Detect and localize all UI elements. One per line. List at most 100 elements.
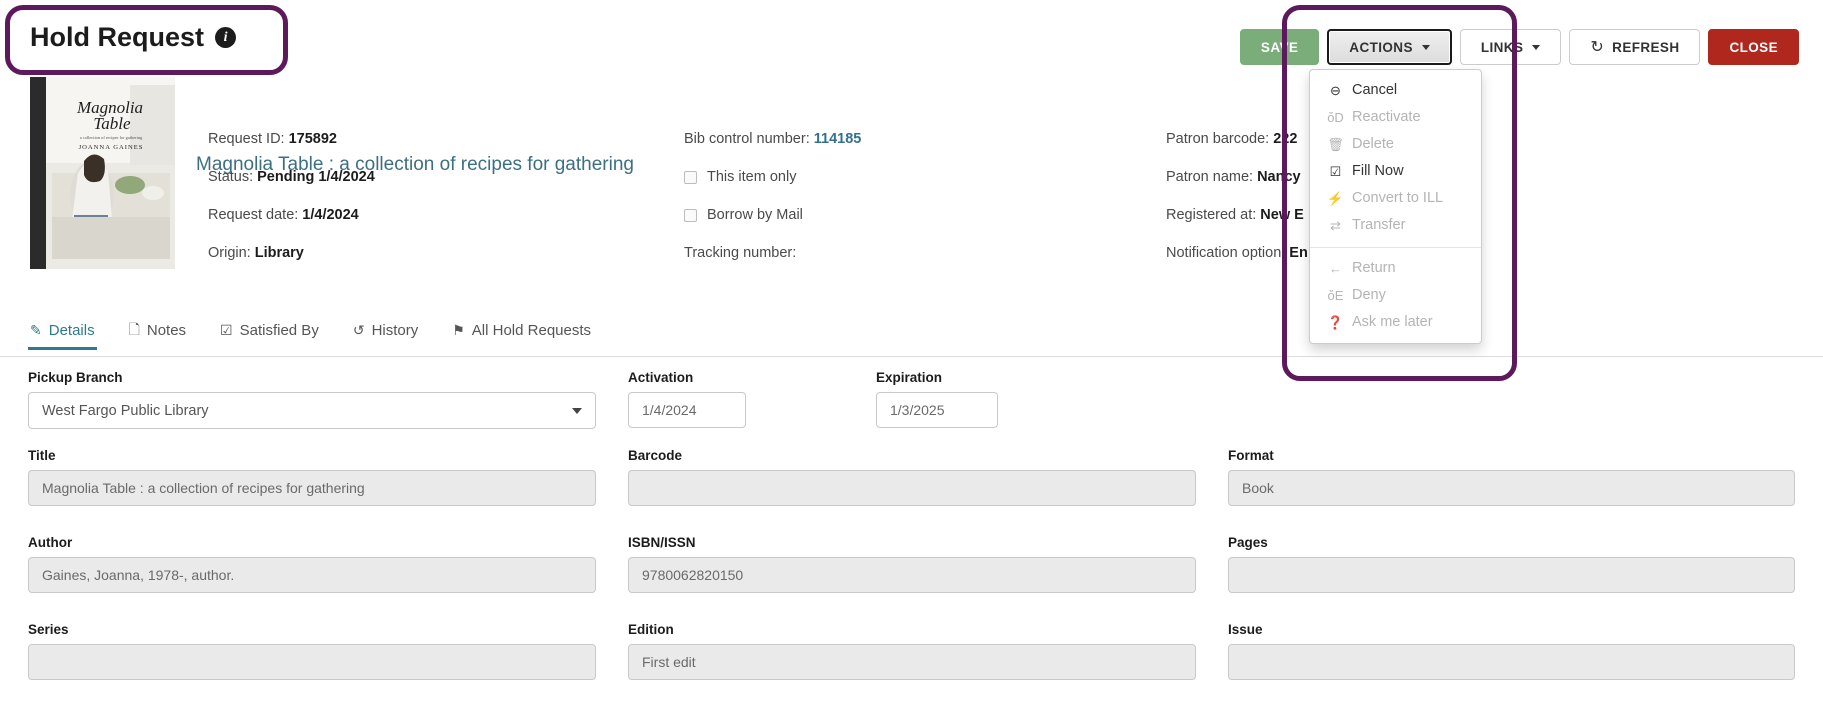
book-cover-image: Magnolia Table a collection of recipes f… — [30, 77, 175, 269]
expiration-value: 1/3/2025 — [890, 402, 945, 418]
bib-control-number-value[interactable]: 114185 — [814, 131, 862, 147]
summary-value: En — [1289, 245, 1308, 261]
thumbs-down-icon: ὄE — [1327, 288, 1344, 303]
tab-label: Satisfied By — [239, 322, 319, 339]
borrow-by-mail-checkbox[interactable] — [684, 208, 697, 222]
transfer-arrows-icon: ⇄ — [1330, 218, 1341, 233]
menu-item-fill-now[interactable]: ☑ Fill Now — [1310, 158, 1481, 185]
tab-all-hold-requests[interactable]: ⚑ All Hold Requests — [450, 306, 593, 356]
menu-item-label: Deny — [1352, 287, 1386, 303]
field-expiration: Expiration 1/3/2025 — [876, 370, 998, 428]
edition-label: Edition — [628, 622, 674, 637]
summary-label: Notification option: — [1166, 245, 1286, 261]
menu-item-ask-me-later: ❓ Ask me later — [1310, 309, 1481, 336]
svg-text:Table: Table — [93, 114, 131, 133]
tab-label: All Hold Requests — [471, 322, 592, 339]
menu-item-label: Reactivate — [1352, 109, 1421, 125]
borrow-by-mail-label: Borrow by Mail — [707, 207, 803, 223]
format-input[interactable]: Book — [1228, 470, 1795, 506]
bib-control-number-label: Bib control number: — [684, 131, 810, 147]
summary-value: 1/4/2024 — [302, 207, 359, 223]
actions-dropdown-menu[interactable]: ⊖ Cancel ὄD Reactivate 🗑 Delete ☑ Fill Now ⚡ Conv… — [1309, 69, 1482, 344]
details-form: Pickup Branch West Fargo Public Library … — [0, 370, 1823, 709]
tab-notes[interactable]: 🗋 Notes — [127, 306, 188, 356]
isbn-value: 9780062820150 — [642, 567, 744, 583]
tab-satisfied-by[interactable]: ☑ Satisfied By — [218, 306, 321, 356]
arrow-left-icon: ← — [1329, 261, 1342, 276]
this-item-only-row[interactable]: This item only — [684, 158, 1064, 196]
author-label: Author — [28, 535, 73, 550]
title-input[interactable]: Magnolia Table : a collection of recipes… — [28, 470, 596, 506]
links-button[interactable]: LINKS — [1459, 29, 1562, 65]
pages-label: Pages — [1228, 535, 1268, 550]
refresh-button[interactable]: ↻ REFRESH — [1569, 29, 1701, 65]
summary-row: Request date: 1/4/2024 — [208, 196, 588, 234]
edition-value: First edit — [642, 654, 696, 670]
tracking-number-label: Tracking number: — [684, 245, 797, 261]
chevron-down-icon — [1421, 44, 1430, 50]
toolbar: SAVE ACTIONS LINKS ↻ REFRESH CLOSE — [1239, 29, 1799, 65]
top-bar: Hold Request i SAVE ACTIONS LINKS ↻ REFR… — [0, 0, 1823, 78]
summary-label: Request ID: — [208, 131, 285, 147]
summary-value: Library — [254, 245, 304, 261]
save-button[interactable]: SAVE — [1239, 29, 1320, 65]
checkbox-check-icon: ☑ — [1329, 164, 1342, 179]
actions-button[interactable]: ACTIONS — [1327, 29, 1452, 65]
menu-item-return: ← Return — [1310, 255, 1481, 282]
svg-text:JOANNA GAINES: JOANNA GAINES — [79, 144, 144, 151]
author-input[interactable]: Gaines, Joanna, 1978-, author. — [28, 557, 596, 593]
activation-input[interactable]: 1/4/2024 — [628, 392, 746, 428]
edit-square-icon: ✎ — [30, 322, 42, 338]
field-title: Title Magnolia Table : a collection of r… — [28, 448, 596, 506]
close-button-label: CLOSE — [1729, 39, 1778, 55]
summary-value: Pending 1/4/2024 — [257, 169, 375, 185]
title-label: Title — [28, 448, 56, 463]
series-input[interactable] — [28, 644, 596, 680]
issue-input[interactable] — [1228, 644, 1795, 680]
barcode-label: Barcode — [628, 448, 683, 463]
issue-label: Issue — [1228, 622, 1263, 637]
menu-item-label: Delete — [1352, 136, 1394, 152]
summary-row: Status: Pending 1/4/2024 — [208, 158, 588, 196]
isbn-input[interactable]: 9780062820150 — [628, 557, 1196, 593]
activation-value: 1/4/2024 — [642, 402, 697, 418]
isbn-label: ISBN/ISSN — [628, 535, 696, 550]
save-button-label: SAVE — [1260, 39, 1299, 55]
history-clock-icon: ↺ — [352, 322, 365, 338]
tracking-number-row: Tracking number: — [684, 234, 1064, 272]
edition-input[interactable]: First edit — [628, 644, 1196, 680]
field-edition: Edition First edit — [628, 622, 1196, 680]
tab-history[interactable]: ↺ History — [351, 306, 420, 356]
summary-column-1: Request ID: 175892 Status: Pending 1/4/2024… — [208, 120, 588, 272]
pages-input[interactable] — [1228, 557, 1795, 593]
field-series: Series — [28, 622, 596, 680]
menu-separator — [1310, 247, 1481, 248]
summary-value: 175892 — [288, 131, 337, 147]
close-button[interactable]: CLOSE — [1708, 29, 1799, 65]
field-pickup-branch: Pickup Branch West Fargo Public Library — [28, 370, 596, 429]
borrow-by-mail-row[interactable]: Borrow by Mail — [684, 196, 1064, 234]
chevron-down-icon — [572, 407, 582, 414]
summary-label: Registered at: — [1166, 207, 1257, 223]
activation-label: Activation — [628, 370, 694, 385]
cover-art: Magnolia Table a collection of recipes f… — [30, 77, 175, 269]
this-item-only-label: This item only — [707, 169, 797, 185]
chevron-down-icon — [1532, 44, 1541, 50]
pickup-branch-value: West Fargo Public Library — [42, 402, 209, 419]
actions-button-label: ACTIONS — [1349, 39, 1413, 55]
menu-item-cancel[interactable]: ⊖ Cancel — [1310, 77, 1481, 104]
svg-text:a collection of recipes for ga: a collection of recipes for gathering — [80, 135, 143, 140]
file-icon: 🗋 — [128, 320, 140, 337]
tab-details[interactable]: ✎ Details — [28, 306, 97, 356]
info-circle-icon[interactable]: i — [215, 27, 237, 48]
field-issue: Issue — [1228, 622, 1795, 680]
question-circle-icon: ❓ — [1327, 315, 1344, 330]
pickup-branch-select[interactable]: West Fargo Public Library — [28, 392, 596, 429]
expiration-input[interactable]: 1/3/2025 — [876, 392, 998, 428]
barcode-input[interactable] — [628, 470, 1196, 506]
this-item-only-checkbox[interactable] — [684, 170, 697, 184]
links-button-label: LINKS — [1480, 39, 1524, 55]
format-label: Format — [1228, 448, 1274, 463]
menu-item-label: Fill Now — [1352, 163, 1404, 179]
field-author: Author Gaines, Joanna, 1978-, author. — [28, 535, 596, 593]
